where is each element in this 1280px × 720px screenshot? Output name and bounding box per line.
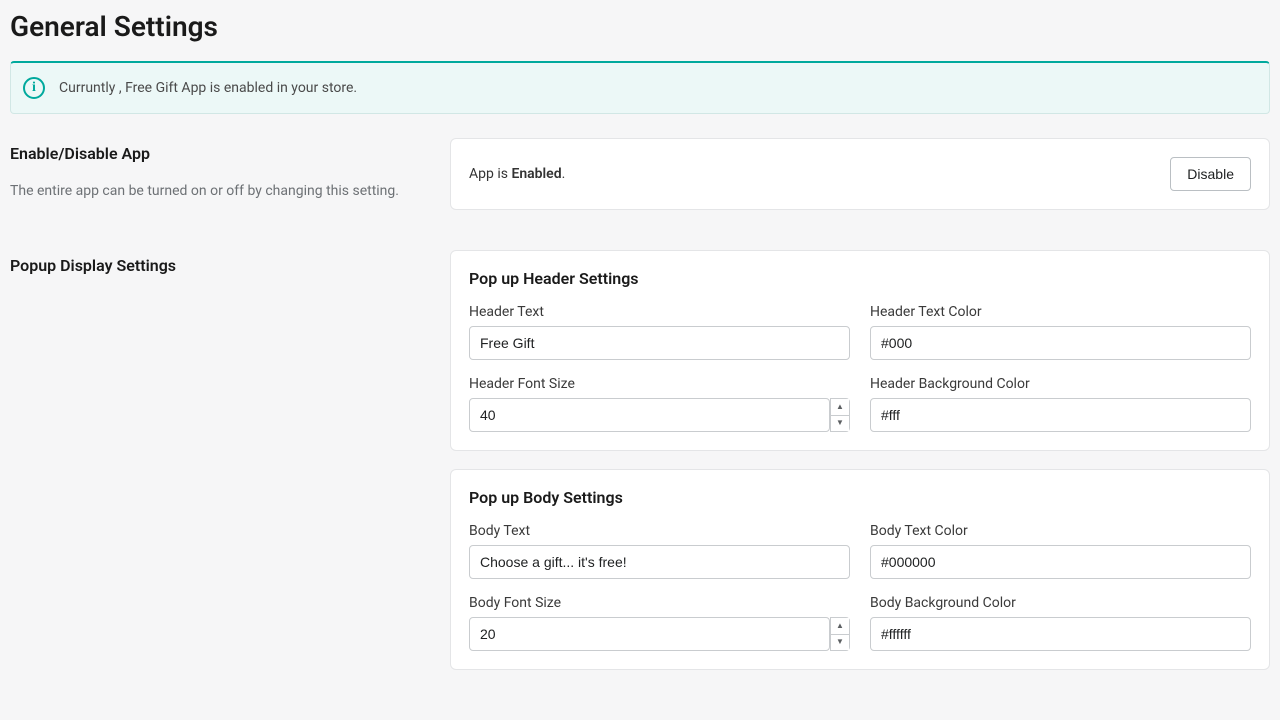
body-settings-title: Pop up Body Settings <box>469 488 1251 507</box>
popup-heading: Popup Display Settings <box>10 256 430 275</box>
enable-heading: Enable/Disable App <box>10 144 430 163</box>
header-text-input[interactable] <box>469 326 850 360</box>
body-text-input[interactable] <box>469 545 850 579</box>
section-popup: Popup Display Settings Pop up Header Set… <box>10 250 1270 688</box>
header-font-size-input[interactable] <box>469 398 830 432</box>
banner-text: Curruntly , Free Gift App is enabled in … <box>59 80 357 96</box>
body-bg-color-input[interactable] <box>870 617 1251 651</box>
disable-button[interactable]: Disable <box>1170 157 1251 191</box>
page-title: General Settings <box>10 10 1270 43</box>
info-banner: i Curruntly , Free Gift App is enabled i… <box>10 61 1270 114</box>
body-font-size-input[interactable] <box>469 617 830 651</box>
header-font-size-up[interactable]: ▲ <box>831 399 849 416</box>
header-font-size-label: Header Font Size <box>469 376 850 392</box>
header-text-color-label: Header Text Color <box>870 304 1251 320</box>
body-text-color-input[interactable] <box>870 545 1251 579</box>
header-settings-card: Pop up Header Settings Header Text Heade… <box>450 250 1270 451</box>
header-bg-color-input[interactable] <box>870 398 1251 432</box>
body-font-size-up[interactable]: ▲ <box>831 618 849 635</box>
header-bg-color-label: Header Background Color <box>870 376 1251 392</box>
body-font-size-label: Body Font Size <box>469 595 850 611</box>
body-settings-card: Pop up Body Settings Body Text Body Text… <box>450 469 1270 670</box>
body-font-size-down[interactable]: ▼ <box>831 635 849 651</box>
header-font-size-down[interactable]: ▼ <box>831 416 849 432</box>
header-text-label: Header Text <box>469 304 850 320</box>
header-settings-title: Pop up Header Settings <box>469 269 1251 288</box>
enable-description: The entire app can be turned on or off b… <box>10 183 430 199</box>
section-enable: Enable/Disable App The entire app can be… <box>10 138 1270 228</box>
app-status: App is Enabled. <box>469 166 565 182</box>
body-bg-color-label: Body Background Color <box>870 595 1251 611</box>
enable-card: App is Enabled. Disable <box>450 138 1270 210</box>
info-icon: i <box>23 77 45 99</box>
header-text-color-input[interactable] <box>870 326 1251 360</box>
body-text-label: Body Text <box>469 523 850 539</box>
body-text-color-label: Body Text Color <box>870 523 1251 539</box>
